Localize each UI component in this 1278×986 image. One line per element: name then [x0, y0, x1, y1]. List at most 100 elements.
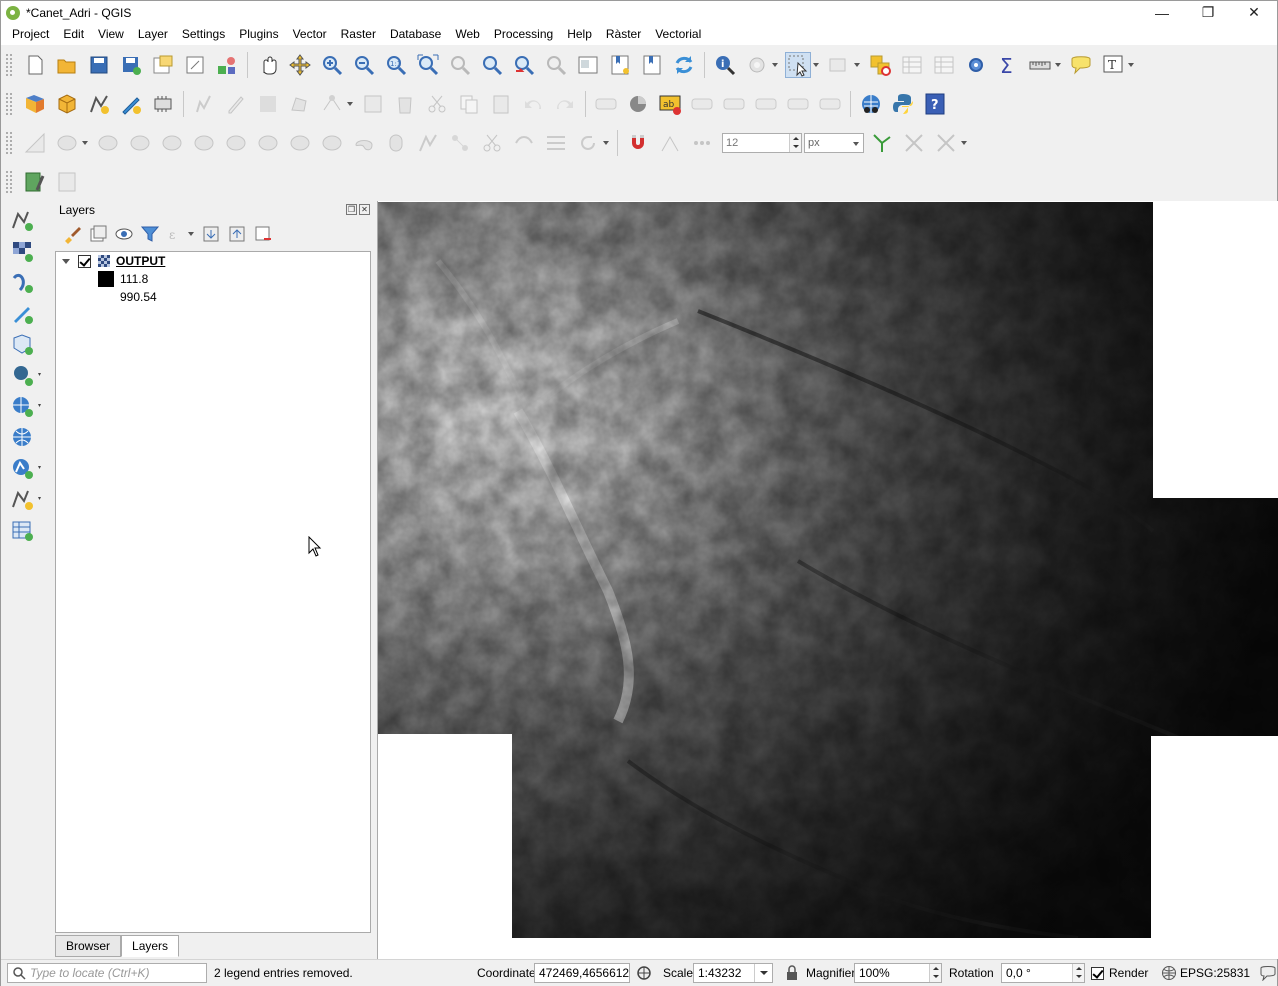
- layer-diagram-icon[interactable]: [626, 92, 650, 116]
- delete-part-icon[interactable]: [192, 131, 216, 155]
- zoom-last-icon[interactable]: [512, 53, 536, 77]
- filter-by-expression-icon[interactable]: ε: [166, 224, 186, 244]
- change-label-icon[interactable]: [818, 92, 842, 116]
- redo-icon[interactable]: [553, 92, 577, 116]
- map-tips-icon[interactable]: [1069, 53, 1093, 77]
- menu-vector[interactable]: Vector: [286, 24, 334, 45]
- add-ring-dropdown[interactable]: [81, 131, 89, 155]
- map-canvas[interactable]: [377, 201, 1278, 959]
- new-temporary-layer-icon[interactable]: [151, 92, 175, 116]
- close-panel-icon[interactable]: ✕: [359, 204, 370, 215]
- tab-browser[interactable]: Browser: [55, 935, 122, 957]
- select-by-value-icon[interactable]: [827, 53, 851, 77]
- menu-layer[interactable]: Layer: [131, 24, 175, 45]
- pan-map-icon[interactable]: [256, 53, 280, 77]
- fill-ring-icon[interactable]: [96, 131, 120, 155]
- menu-plugins[interactable]: Plugins: [232, 24, 285, 45]
- add-postgis-layer-icon[interactable]: [10, 363, 44, 387]
- add-mesh-layer-icon[interactable]: [10, 270, 34, 294]
- processing-toolbox-icon[interactable]: [964, 53, 988, 77]
- menu-processing[interactable]: Processing: [487, 24, 560, 45]
- add-part-icon[interactable]: [160, 131, 184, 155]
- raster-tool-icon[interactable]: [55, 170, 79, 194]
- minimize-button[interactable]: —: [1139, 1, 1185, 24]
- snap-unit-select[interactable]: px: [804, 132, 864, 153]
- simplify-features-icon[interactable]: [512, 131, 536, 155]
- menu-web[interactable]: Web: [448, 24, 486, 45]
- advanced-digitizing-icon[interactable]: [23, 131, 47, 155]
- snapping-intersections-icon[interactable]: [934, 131, 958, 155]
- float-panel-icon[interactable]: ❐: [346, 204, 357, 215]
- tab-layers[interactable]: Layers: [121, 935, 180, 957]
- rotate-point-symbols-icon[interactable]: [416, 131, 440, 155]
- menu-database[interactable]: Database: [383, 24, 448, 45]
- add-wcs-layer-icon[interactable]: [10, 425, 34, 449]
- zoom-in-icon[interactable]: [320, 53, 344, 77]
- rotate-label-icon[interactable]: [786, 92, 810, 116]
- layer-styling-icon[interactable]: [62, 224, 82, 244]
- manage-map-themes-icon[interactable]: [114, 224, 134, 244]
- paste-features-icon[interactable]: [489, 92, 513, 116]
- add-ring-icon[interactable]: [55, 131, 79, 155]
- actions-icon[interactable]: [745, 53, 769, 77]
- actions-dropdown[interactable]: [771, 53, 779, 77]
- new-map-view-icon[interactable]: [576, 53, 600, 77]
- move-label-icon[interactable]: [754, 92, 778, 116]
- messages-icon[interactable]: [1259, 965, 1277, 982]
- rotation-spinbox[interactable]: 0,0 °: [1001, 963, 1085, 983]
- remove-layer-icon[interactable]: [253, 224, 273, 244]
- layer-row-output[interactable]: OUTPUT: [60, 252, 165, 270]
- locator-search-input[interactable]: Type to locate (Ctrl+K): [7, 963, 207, 983]
- rotate-dropdown[interactable]: [602, 131, 610, 155]
- zoom-full-icon[interactable]: [416, 53, 440, 77]
- deselect-all-icon[interactable]: [868, 53, 892, 77]
- add-raster-layer-icon[interactable]: [10, 239, 34, 263]
- topological-editing-icon[interactable]: [870, 131, 894, 155]
- delete-ring-icon[interactable]: [128, 131, 152, 155]
- add-vector-layer-icon[interactable]: [10, 208, 34, 232]
- menu-raster-plugin[interactable]: Ràster: [599, 24, 648, 45]
- render-checkbox[interactable]: [1091, 967, 1104, 980]
- highlight-pinned-labels-icon[interactable]: ab: [658, 92, 682, 116]
- new-geopackage-layer-icon[interactable]: [55, 92, 79, 116]
- toggle-extents-icon[interactable]: [635, 964, 653, 982]
- new-bookmark-icon[interactable]: [608, 53, 632, 77]
- intersections-dropdown[interactable]: [960, 131, 968, 155]
- pin-labels-icon[interactable]: [690, 92, 714, 116]
- crs-label[interactable]: EPSG:25831: [1180, 966, 1250, 980]
- offset-point-symbols-icon[interactable]: [448, 131, 472, 155]
- menu-project[interactable]: Project: [5, 24, 56, 45]
- pan-to-selection-icon[interactable]: [288, 53, 312, 77]
- menu-vectorial[interactable]: Vectorial: [648, 24, 708, 45]
- close-button[interactable]: ✕: [1231, 1, 1277, 24]
- style-manager-icon[interactable]: [215, 53, 239, 77]
- add-wfs-layer-icon[interactable]: [10, 456, 44, 480]
- split-features-icon[interactable]: [288, 131, 312, 155]
- enable-snapping-icon[interactable]: [626, 131, 650, 155]
- select-dropdown[interactable]: [812, 53, 820, 77]
- save-project-icon[interactable]: [87, 53, 111, 77]
- snap-tolerance-field[interactable]: 12: [722, 132, 802, 153]
- python-console-icon[interactable]: [891, 92, 915, 116]
- copy-features-icon[interactable]: [457, 92, 481, 116]
- undo-icon[interactable]: [521, 92, 545, 116]
- magnifier-spinbox[interactable]: 100%: [854, 963, 942, 983]
- measure-line-icon[interactable]: [1028, 53, 1052, 77]
- menu-view[interactable]: View: [91, 24, 131, 45]
- zoom-out-icon[interactable]: [352, 53, 376, 77]
- merge-features-icon[interactable]: [352, 131, 376, 155]
- select-features-icon[interactable]: [785, 51, 811, 78]
- filter-expression-dropdown[interactable]: [187, 222, 195, 246]
- collapse-arrow-icon[interactable]: [62, 258, 70, 264]
- save-as-icon[interactable]: [119, 53, 143, 77]
- add-virtual-layer-icon[interactable]: [10, 487, 44, 511]
- statistical-summary-icon[interactable]: Σ: [996, 53, 1020, 78]
- menu-raster[interactable]: Raster: [334, 24, 383, 45]
- merge-attributes-icon[interactable]: [384, 131, 408, 155]
- new-print-layout-icon[interactable]: [151, 53, 175, 77]
- reshape-features-icon[interactable]: [224, 131, 248, 155]
- add-group-icon[interactable]: [88, 224, 108, 244]
- quickmapservices-icon[interactable]: [859, 92, 883, 116]
- show-hide-labels-icon[interactable]: [722, 92, 746, 116]
- measure-dropdown[interactable]: [1054, 53, 1062, 77]
